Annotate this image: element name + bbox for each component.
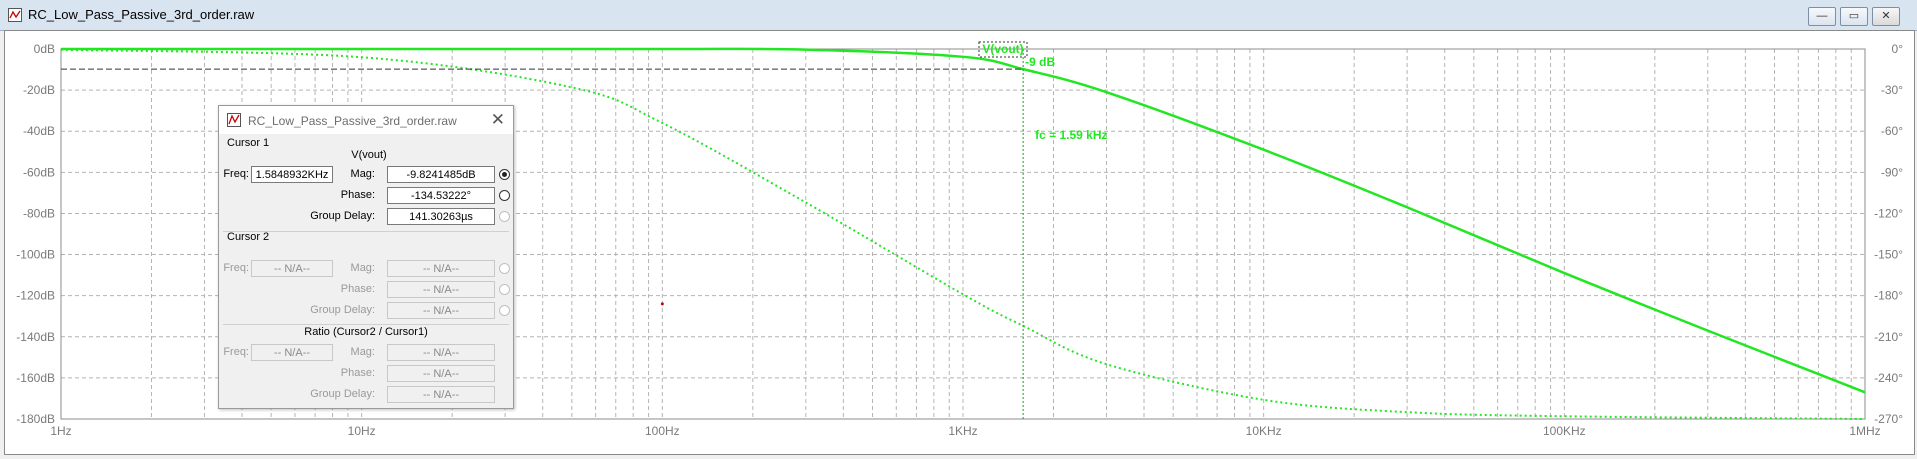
x-axis: 1Hz 10Hz 100Hz 1KHz 10KHz 100KHz 1MHz [50,424,1880,438]
c2-phase-field[interactable]: -- N/A-- [387,281,495,298]
c2-gd-radio[interactable] [499,305,510,316]
c1-mag-field[interactable]: -9.8241485dB [387,166,495,183]
waveform-icon [227,113,241,127]
marker-dot [660,302,664,306]
c2-mag-field[interactable]: -- N/A-- [387,260,495,277]
annotation-label: fc = 1.59 kHz [1035,128,1107,142]
ratio-phase-label: Phase: [340,367,375,379]
c1-freq-label: Freq: [223,168,249,180]
ratio-mag-field[interactable]: -- N/A-- [387,344,495,361]
y-tick-label-left: -160dB [16,371,55,385]
y-tick-label-right: -30° [1881,83,1903,97]
c1-phase-radio[interactable] [499,190,510,201]
ratio-phase-field[interactable]: -- N/A-- [387,365,495,382]
c1-mag-radio[interactable] [499,169,510,180]
c1-phase-field[interactable]: -134.53222° [387,187,495,204]
c2-mag-radio[interactable] [499,263,510,274]
y-tick-label-left: -180dB [16,412,55,426]
x-tick-label: 10KHz [1246,424,1282,438]
x-tick-label: 100KHz [1543,424,1586,438]
y-tick-label-right: -150° [1874,248,1903,262]
cursor2-label: Cursor 2 [227,231,270,243]
y-tick-label-left: -120dB [16,289,55,303]
trace-title: V(vout) [982,42,1023,56]
x-tick-label: 1Hz [50,424,71,438]
cursor1-label: Cursor 1 [227,137,270,149]
c2-freq-label: Freq: [223,262,249,274]
cursor-window-titlebar[interactable]: RC_Low_Pass_Passive_3rd_order.raw ✕ [219,106,513,134]
maximize-button[interactable]: ▭ [1840,7,1868,26]
y-tick-label-right: -120° [1874,206,1903,220]
x-tick-label: 10Hz [348,424,376,438]
y-tick-label-left: -20dB [23,83,55,97]
y-tick-label-right: -210° [1874,330,1903,344]
y-tick-label-left: -60dB [23,165,55,179]
y-tick-label-right: 0° [1892,42,1904,56]
y-tick-label-left: -100dB [16,248,55,262]
app-icon [8,8,22,22]
divider [223,324,509,325]
y-axis-left: 0dB -20dB -40dB -60dB -80dB -100dB -120dB -140d… [16,42,55,426]
ratio-gd-label: Group Delay: [310,388,375,400]
c2-gd-field[interactable]: -- N/A-- [387,302,495,319]
y-tick-label-right: -60° [1881,124,1903,138]
y-tick-label-left: -80dB [23,206,55,220]
cursor-window-close-icon[interactable]: ✕ [491,110,505,130]
x-tick-label: 1KHz [948,424,977,438]
ratio-freq-label: Freq: [223,346,249,358]
c2-mag-label: Mag: [350,262,375,274]
cursor-window[interactable]: RC_Low_Pass_Passive_3rd_order.raw ✕ Curs… [218,105,514,409]
ratio-gd-field[interactable]: -- N/A-- [387,386,495,403]
y-tick-label-right: -180° [1874,289,1903,303]
c1-gd-radio[interactable] [499,211,510,222]
cursor-window-title: RC_Low_Pass_Passive_3rd_order.raw [248,114,457,128]
title-bar: RC_Low_Pass_Passive_3rd_order.raw — ▭ ✕ [0,0,1917,31]
x-tick-label: 1MHz [1849,424,1880,438]
close-button[interactable]: ✕ [1872,7,1900,26]
trace-name: V(vout) [351,149,387,161]
y-tick-label-right: -90° [1881,165,1903,179]
window-title: RC_Low_Pass_Passive_3rd_order.raw [28,7,255,22]
c1-gd-field[interactable]: 141.30263µs [387,208,495,225]
annotation-label: -9 dB [1025,55,1055,69]
c1-gd-label: Group Delay: [310,210,375,222]
c2-phase-radio[interactable] [499,284,510,295]
c1-phase-label: Phase: [340,189,375,201]
y-tick-label-left: -40dB [23,124,55,138]
y-tick-label-right: -240° [1874,371,1903,385]
y-tick-label-left: -140dB [16,330,55,344]
ratio-mag-label: Mag: [350,346,375,358]
c2-phase-label: Phase: [340,283,375,295]
y-tick-label-left: 0dB [34,42,55,56]
x-tick-label: 100Hz [645,424,680,438]
ratio-label: Ratio (Cursor2 / Cursor1) [304,326,428,338]
minimize-button[interactable]: — [1808,7,1836,26]
c1-mag-label: Mag: [350,168,375,180]
y-axis-right: 0°-30°-60°-90°-120°-150°-180°-210°-240°-… [1874,42,1903,426]
c2-gd-label: Group Delay: [310,304,375,316]
